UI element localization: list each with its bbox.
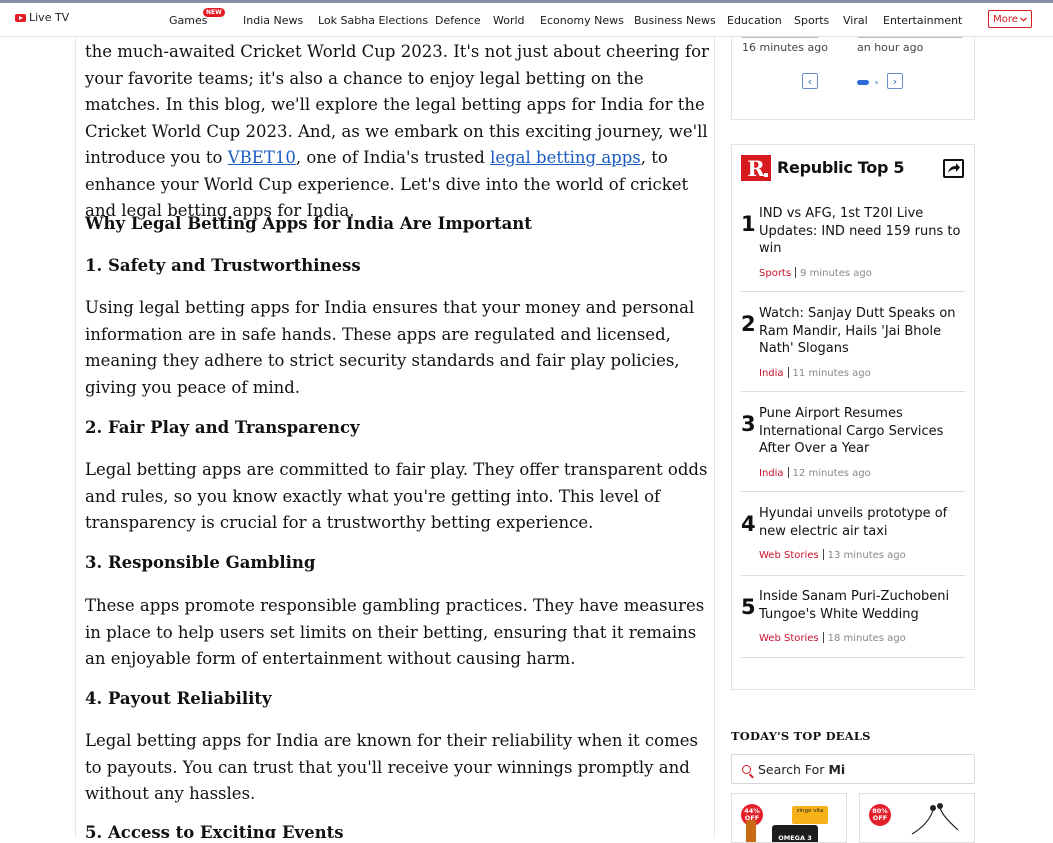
chevron-left-icon: ‹ (807, 74, 813, 88)
story-meta: Web Stories 13 minutes ago (759, 549, 906, 561)
story-rank: 3 (741, 412, 756, 436)
more-label: More (993, 13, 1018, 25)
story-category[interactable]: Web Stories (759, 633, 819, 644)
legal-betting-apps-link[interactable]: legal betting apps (490, 148, 641, 167)
story-rank: 5 (741, 595, 756, 619)
story-divider (741, 657, 965, 658)
story-meta: Web Stories 18 minutes ago (759, 632, 906, 644)
story-time: 13 minutes ago (827, 550, 906, 561)
paragraph-payout-reliability: Legal betting apps for India are known f… (85, 731, 698, 803)
earphones-image (911, 803, 959, 835)
nav-item-games[interactable]: Games (169, 14, 207, 27)
discount-off-label: OFF (872, 814, 888, 822)
vbet10-link[interactable]: VBET10 (228, 148, 296, 167)
top-deals-title: TODAY'S TOP DEALS (731, 729, 871, 743)
nav-item-entertainment[interactable]: Entertainment (883, 14, 962, 27)
nav-item-education[interactable]: Education (727, 14, 782, 27)
story-category[interactable]: India (759, 468, 784, 479)
top-navigation-bar: Live TV Games NEW India News Lok Sabha E… (0, 0, 1053, 37)
story-category[interactable]: Sports (759, 268, 791, 279)
news-carousel: 16 minutes ago an hour ago ‹ › (731, 37, 975, 120)
search-term: Mi (828, 761, 846, 777)
subheading-safety: 1. Safety and Trustworthiness (85, 256, 361, 275)
deal-card[interactable]: 44% OFF zingo vita OMEGA 3 (731, 793, 847, 843)
more-menu-button[interactable]: More (988, 10, 1032, 28)
story-headline[interactable]: Inside Sanam Puri-Zuchobeni Tungoe's Whi… (759, 588, 964, 623)
story-headline[interactable]: Pune Airport Resumes International Cargo… (759, 405, 964, 458)
story-category[interactable]: Web Stories (759, 550, 819, 561)
chevron-down-icon (1019, 16, 1027, 22)
live-tv-link[interactable]: Live TV (15, 11, 69, 24)
search-icon (742, 764, 751, 774)
meta-separator (822, 549, 824, 560)
chevron-right-icon: › (892, 74, 898, 88)
story-rank: 1 (741, 212, 756, 236)
story-time: 12 minutes ago (792, 468, 871, 479)
product-name: OMEGA 3 (778, 834, 812, 842)
paragraph-responsible-gambling: These apps promote responsible gambling … (85, 596, 705, 668)
republic-logo: R (741, 155, 771, 181)
live-tv-label: Live TV (29, 11, 70, 24)
carousel-divider (742, 37, 818, 38)
nav-item-viral[interactable]: Viral (843, 14, 868, 27)
story-headline[interactable]: IND vs AFG, 1st T20I Live Updates: IND n… (759, 205, 964, 258)
story-divider (741, 391, 965, 392)
carousel-item-time: an hour ago (857, 41, 924, 54)
meta-separator (795, 267, 797, 278)
nav-item-sports[interactable]: Sports (794, 14, 829, 27)
meta-separator (822, 632, 824, 643)
story-meta: Sports 9 minutes ago (759, 267, 872, 279)
paragraph-fair-play: Legal betting apps are committed to fair… (85, 460, 708, 532)
subheading-fair-play: 2. Fair Play and Transparency (85, 418, 360, 437)
deal-card[interactable]: 80% OFF (859, 793, 975, 843)
nav-item-world[interactable]: World (493, 14, 525, 27)
paragraph-safety: Using legal betting apps for India ensur… (85, 298, 695, 397)
subheading-responsible-gambling: 3. Responsible Gambling (85, 553, 316, 572)
subheading-payout-reliability: 4. Payout Reliability (85, 689, 272, 708)
search-prefix: Search For (758, 761, 825, 777)
new-badge: NEW (203, 8, 225, 17)
intro-text-mid: , one of India's trusted (295, 148, 491, 167)
story-headline[interactable]: Watch: Sanjay Dutt Speaks on Ram Mandir,… (759, 305, 964, 358)
carousel-next-button[interactable]: › (887, 73, 903, 89)
nav-item-economy-news[interactable]: Economy News (540, 14, 624, 27)
nav-item-defence[interactable]: Defence (435, 14, 481, 27)
article-body: the much-awaited Cricket World Cup 2023.… (75, 37, 715, 838)
youtube-play-icon (15, 13, 26, 22)
product-brand: zingo vita (796, 808, 824, 814)
story-meta: India 12 minutes ago (759, 467, 871, 479)
nav-item-india-news[interactable]: India News (243, 14, 303, 27)
republic-logo-letter: R (747, 155, 765, 181)
story-rank: 4 (741, 512, 756, 536)
republic-top5-widget: R Republic Top 5 1 IND vs AFG, 1st T20I … (731, 144, 975, 690)
story-rank: 2 (741, 312, 756, 336)
story-headline[interactable]: Hyundai unveils prototype of new electri… (759, 505, 964, 540)
subheading-exciting-events: 5. Access to Exciting Events (85, 823, 344, 838)
carousel-prev-button[interactable]: ‹ (802, 73, 818, 89)
product-image: zingo vita OMEGA 3 (746, 806, 834, 842)
carousel-item-time: 16 minutes ago (742, 41, 828, 54)
meta-separator (787, 467, 789, 478)
story-meta: India 11 minutes ago (759, 367, 871, 379)
carousel-dot[interactable] (875, 81, 878, 84)
story-divider (741, 575, 965, 576)
nav-item-business-news[interactable]: Business News (634, 14, 716, 27)
story-time: 11 minutes ago (792, 368, 871, 379)
carousel-divider (858, 37, 962, 38)
story-divider (741, 291, 965, 292)
story-category[interactable]: India (759, 368, 784, 379)
carousel-dot-active[interactable] (857, 80, 869, 85)
nav-item-lok-sabha-elections[interactable]: Lok Sabha Elections (318, 14, 428, 27)
intro-paragraph: the much-awaited Cricket World Cup 2023.… (85, 39, 710, 225)
story-time: 9 minutes ago (800, 268, 872, 279)
widget-title: Republic Top 5 (777, 158, 905, 177)
deal-search-box[interactable]: Search For Mi (731, 754, 975, 784)
story-divider (741, 491, 965, 492)
section-heading: Why Legal Betting Apps for India Are Imp… (85, 214, 532, 233)
discount-badge: 80% OFF (869, 804, 891, 826)
meta-separator (787, 367, 789, 378)
story-time: 18 minutes ago (827, 633, 906, 644)
share-icon[interactable] (943, 159, 964, 178)
